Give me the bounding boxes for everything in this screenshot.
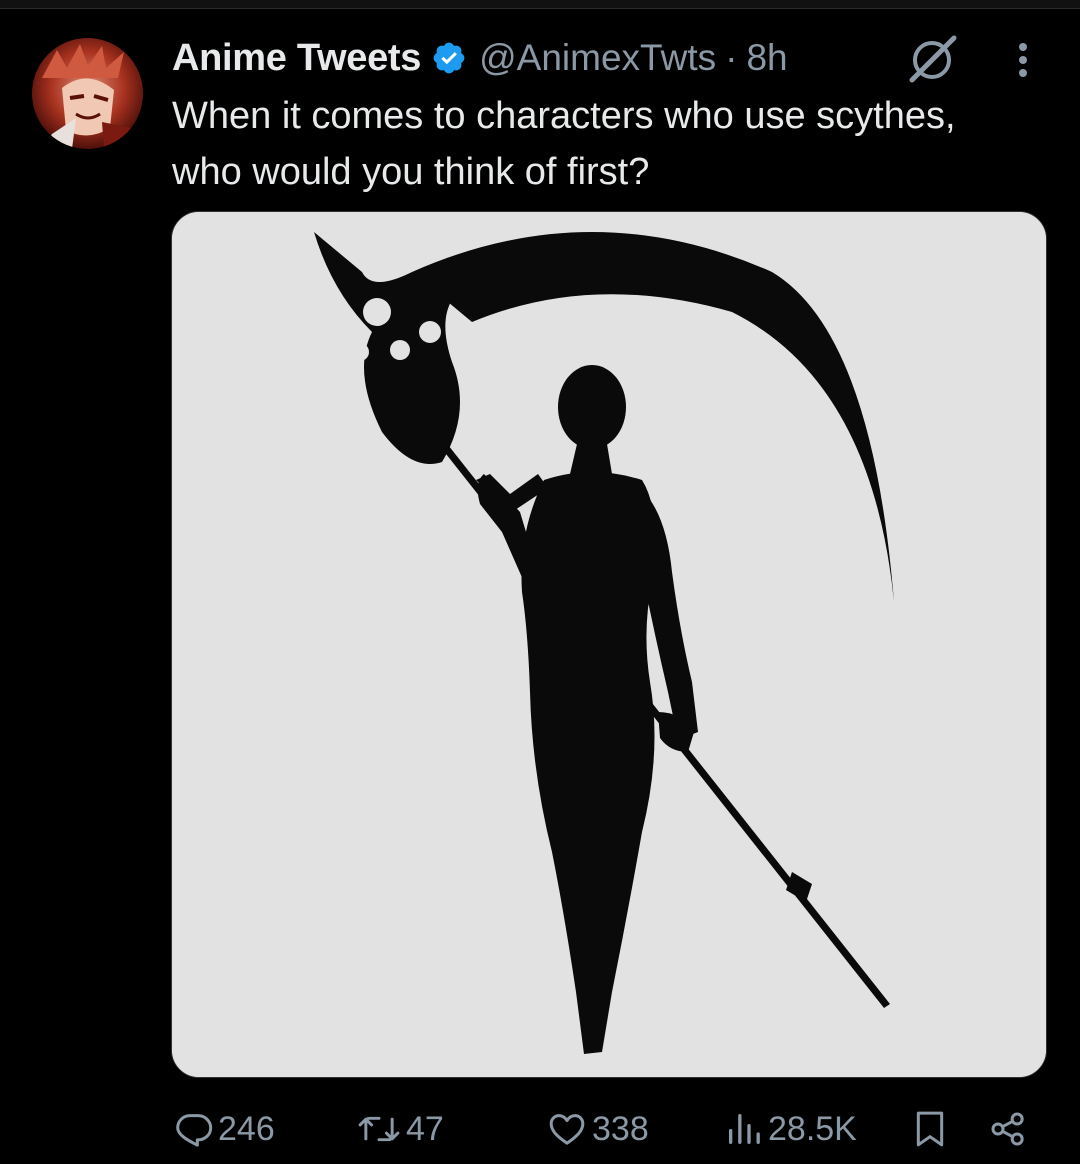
tweet-media-image[interactable] [171,211,1047,1078]
verified-badge-icon [431,40,467,76]
user-handle[interactable]: @AnimexTwts [479,37,716,79]
like-button[interactable]: 338 [546,1104,649,1154]
reply-icon [176,1114,213,1147]
top-divider [0,0,1080,9]
silhouette-with-scythe [172,212,1046,1077]
share-button[interactable] [988,1104,1028,1154]
separator-dot: · [725,37,738,78]
timestamp[interactable]: 8h [746,37,787,79]
avatar-icon [32,38,143,149]
like-count: 338 [592,1109,649,1148]
views-button[interactable]: 28.5K [724,1104,857,1154]
repost-button[interactable]: 47 [356,1104,444,1154]
action-bar: 246 47 338 28.5K [0,1104,1080,1154]
views-icon [729,1114,760,1144]
share-icon [991,1112,1024,1146]
display-name[interactable]: Anime Tweets [172,37,421,80]
tweet-header: Anime Tweets @AnimexTwts · 8h [172,34,788,82]
bookmark-icon [916,1111,944,1147]
heart-icon [549,1114,585,1145]
repost-count: 47 [406,1109,444,1148]
view-count: 28.5K [768,1109,857,1148]
grok-icon[interactable] [906,34,960,84]
reply-button[interactable]: 246 [174,1104,275,1154]
reply-count: 246 [218,1109,275,1148]
bookmark-button[interactable] [912,1104,948,1154]
tweet-text: When it comes to characters who use scyt… [172,95,956,193]
avatar[interactable] [32,38,143,149]
repost-icon [358,1116,400,1142]
more-vertical-icon[interactable] [1008,40,1038,80]
